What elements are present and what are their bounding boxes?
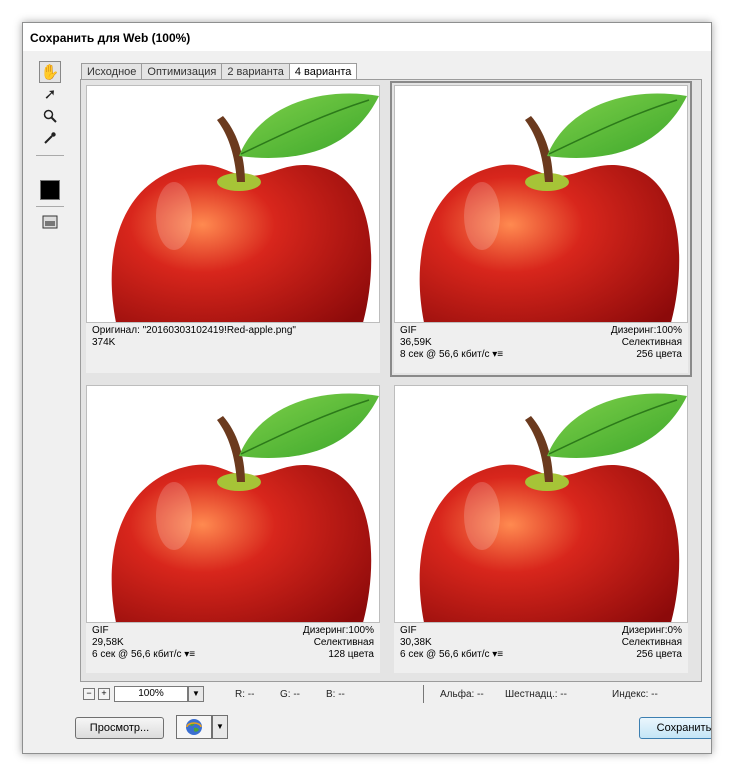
slice-select-icon[interactable]: ➚ xyxy=(39,83,61,105)
panel-menu-icon[interactable]: ▾≡ xyxy=(184,649,195,660)
panel-info-text: 29,58K xyxy=(92,637,124,648)
preview-panel-original[interactable]: Оригинал: "20160303102419!Red-apple.png"… xyxy=(84,83,382,375)
browser-icon xyxy=(186,719,202,735)
panel-info: GIF Дизеринг:100% 36,59K Селективная 8 сек… xyxy=(394,323,688,373)
panel-info: Оригинал: "20160303102419!Red-apple.png"… xyxy=(86,323,380,373)
panel-info-text: GIF xyxy=(400,325,417,336)
preview-image-variant-3[interactable] xyxy=(86,385,380,623)
panel-info-text: Селективная xyxy=(621,637,682,648)
tool-separator xyxy=(36,155,64,156)
zoom-icon[interactable] xyxy=(39,105,61,127)
index-readout: Индекс: -- xyxy=(612,689,658,700)
red-readout: R: -- xyxy=(235,689,255,700)
zoom-dropdown-button[interactable]: ▼ xyxy=(188,686,204,702)
panel-info-text: Дизеринг:0% xyxy=(622,625,682,636)
download-time-text: 6 сек @ 56,6 кбит/с xyxy=(400,649,490,660)
panel-info-text: 36,59K xyxy=(400,337,432,348)
preview-button[interactable]: Просмотр... xyxy=(75,717,164,739)
panel-info: GIF Дизеринг:100% 29,58K Селективная 6 сек… xyxy=(86,623,380,673)
preview-image-variant-4[interactable] xyxy=(394,385,688,623)
apple-image xyxy=(111,93,379,322)
preview-in-browser-button[interactable] xyxy=(176,715,212,739)
status-separator xyxy=(423,685,424,703)
panel-info-text: 6 сек @ 56,6 кбит/с ▾≡ xyxy=(400,649,503,661)
green-readout: G: -- xyxy=(280,689,300,700)
eyedropper-color-swatch[interactable] xyxy=(40,180,60,200)
panel-info-text: Селективная xyxy=(621,337,682,348)
toggle-slices-icon[interactable] xyxy=(39,211,61,233)
panel-menu-icon[interactable]: ▾≡ xyxy=(492,349,503,360)
panel-info-text: 128 цвета xyxy=(328,649,374,660)
panel-info-text: Дизеринг:100% xyxy=(610,325,682,336)
panel-info-text: Дизеринг:100% xyxy=(302,625,374,636)
panel-info-text: 6 сек @ 56,6 кбит/с ▾≡ xyxy=(92,649,195,661)
zoom-in-button[interactable]: + xyxy=(98,688,110,700)
panel-info-text: GIF xyxy=(92,625,109,636)
preview-panel-variant-3[interactable]: GIF Дизеринг:100% 29,58K Селективная 6 сек… xyxy=(84,383,382,675)
alpha-readout: Альфа: -- xyxy=(440,689,484,700)
panel-info-text: Оригинал: "20160303102419!Red-apple.png" xyxy=(92,325,296,336)
window-title: Сохранить для Web (100%) xyxy=(30,31,191,45)
panel-info-text: GIF xyxy=(400,625,417,636)
preview-panel-variant-4[interactable]: GIF Дизеринг:0% 30,38K Селективная 6 сек @… xyxy=(392,383,690,675)
apple-image xyxy=(419,93,687,322)
view-tabs: Исходное Оптимизация 2 варианта 4 вариан… xyxy=(81,63,358,81)
panel-info-text: Селективная xyxy=(313,637,374,648)
tab-original[interactable]: Исходное xyxy=(81,63,143,80)
panel-info-text: 8 сек @ 56,6 кбит/с ▾≡ xyxy=(400,349,503,361)
zoom-out-button[interactable]: − xyxy=(83,688,95,700)
status-bar: − + 100% ▼ R: -- G: -- B: -- Альфа: -- Ш… xyxy=(80,685,700,705)
panel-info-text: 256 цвета xyxy=(636,349,682,360)
blue-readout: B: -- xyxy=(326,689,345,700)
browser-dropdown-button[interactable]: ▼ xyxy=(212,715,228,739)
download-time-text: 8 сек @ 56,6 кбит/с xyxy=(400,349,490,360)
hex-readout: Шестнадц.: -- xyxy=(505,689,567,700)
tab-2-up[interactable]: 2 варианта xyxy=(221,63,290,80)
eyedropper-icon[interactable] xyxy=(39,127,61,149)
save-button[interactable]: Сохранить xyxy=(639,717,711,739)
apple-image xyxy=(111,393,379,622)
preview-image-variant-2[interactable] xyxy=(394,85,688,323)
panel-menu-icon[interactable]: ▾≡ xyxy=(492,649,503,660)
panel-info-text: 30,38K xyxy=(400,637,432,648)
preview-image-original[interactable] xyxy=(86,85,380,323)
zoom-level-field[interactable]: 100% xyxy=(114,686,188,702)
tab-optimized[interactable]: Оптимизация xyxy=(141,63,223,80)
preview-grid: Оригинал: "20160303102419!Red-apple.png"… xyxy=(80,79,702,682)
panel-info: GIF Дизеринг:0% 30,38K Селективная 6 сек @… xyxy=(394,623,688,673)
preview-panel-variant-2[interactable]: GIF Дизеринг:100% 36,59K Селективная 8 сек… xyxy=(390,81,692,377)
title-bar: Сохранить для Web (100%) xyxy=(23,23,711,51)
tool-palette: ✋ ➚ xyxy=(33,59,67,689)
panel-info-text: 256 цвета xyxy=(636,649,682,660)
download-time-text: 6 сек @ 56,6 кбит/с xyxy=(92,649,182,660)
save-for-web-dialog: Сохранить для Web (100%) ✋ ➚ Исходное Оп… xyxy=(22,22,712,754)
panel-info-text: 374K xyxy=(92,337,116,348)
apple-image xyxy=(419,393,687,622)
hand-icon[interactable]: ✋ xyxy=(39,61,61,83)
tool-separator xyxy=(36,206,64,207)
